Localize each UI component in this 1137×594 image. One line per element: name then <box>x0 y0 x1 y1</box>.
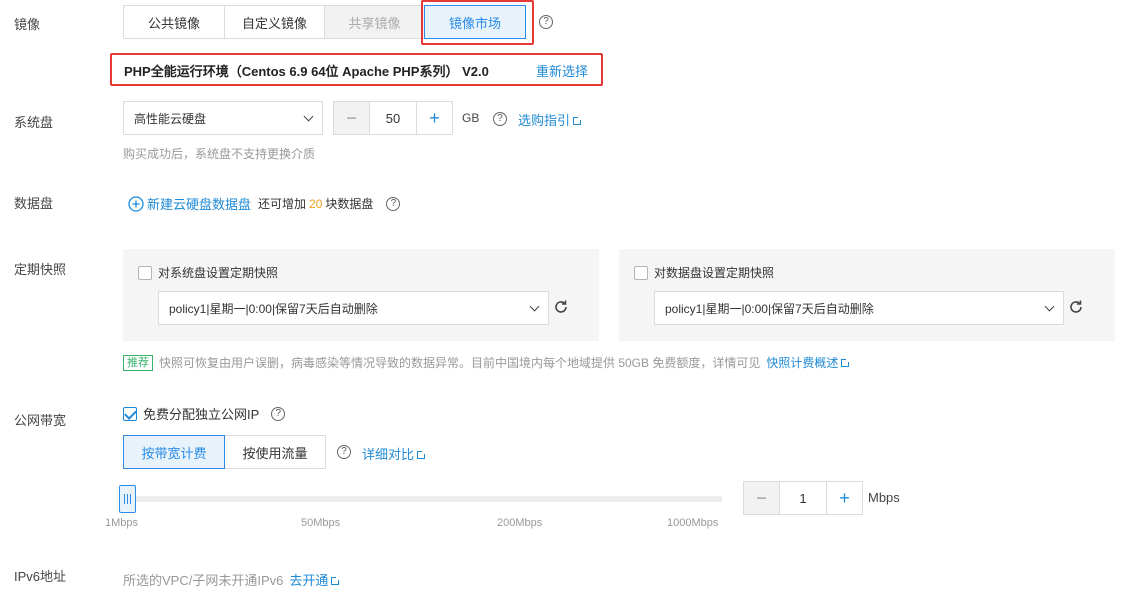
tab-custom-image[interactable]: 自定义镜像 <box>224 5 325 39</box>
slider-tick-label: 1000Mbps <box>667 517 719 529</box>
system-disk-type-select[interactable]: 高性能云硬盘 <box>123 101 323 135</box>
add-data-disk-link[interactable]: 新建云硬盘数据盘 <box>147 194 251 213</box>
external-link-icon <box>417 450 427 459</box>
bandwidth-label: 公网带宽 <box>14 413 67 428</box>
quota-suffix: 块数据盘 <box>325 197 374 211</box>
bandwidth-slider-track[interactable] <box>124 496 722 502</box>
add-data-disk-row: 新建云硬盘数据盘 还可增加 20 块数据盘 ? <box>128 194 401 213</box>
tab-public-image[interactable]: 公共镜像 <box>123 5 225 39</box>
system-snapshot-policy-select[interactable]: policy1|星期一|0:00|保留7天后自动删除 <box>158 291 549 325</box>
external-link-icon <box>573 116 583 125</box>
compare-link[interactable]: 详细对比 <box>362 444 427 463</box>
image-source-tabs: 公共镜像 自定义镜像 共享镜像 镜像市场 <box>123 5 526 41</box>
slider-tick-label: 50Mbps <box>301 517 341 529</box>
tab-shared-image: 共享镜像 <box>324 5 425 39</box>
ipv6-label: IPv6地址 <box>14 569 67 584</box>
help-icon[interactable]: ? <box>386 196 401 211</box>
system-snapshot-checkbox-row[interactable]: 对系统盘设置定期快照 <box>138 264 278 281</box>
increment-button[interactable]: + <box>827 482 862 514</box>
refresh-icon[interactable] <box>1068 299 1084 315</box>
system-disk-hint: 购买成功后，系统盘不支持更换介质 <box>123 147 316 161</box>
free-ip-label: 免费分配独立公网IP <box>143 407 260 422</box>
ipv6-text: 所选的VPC/子网未开通IPv6 <box>123 573 284 588</box>
data-snapshot-checkbox[interactable] <box>634 265 648 280</box>
chevron-down-icon <box>1044 301 1055 312</box>
tab-billing-bandwidth[interactable]: 按带宽计费 <box>123 435 225 469</box>
slider-tick-label: 1Mbps <box>105 517 139 529</box>
decrement-button[interactable]: − <box>744 482 779 514</box>
help-icon[interactable]: ? <box>539 15 553 29</box>
ipv6-row: 所选的VPC/子网未开通IPv6 去开通 <box>123 570 341 589</box>
system-snapshot-panel: 对系统盘设置定期快照 policy1|星期一|0:00|保留7天后自动删除 <box>123 249 599 341</box>
system-disk-type-value: 高性能云硬盘 <box>134 111 207 126</box>
system-disk-unit: GB <box>462 111 480 125</box>
tab-billing-traffic[interactable]: 按使用流量 <box>224 435 326 469</box>
data-snapshot-policy-select[interactable]: policy1|星期一|0:00|保留7天后自动删除 <box>654 291 1064 325</box>
data-disk-label: 数据盘 <box>14 196 54 211</box>
data-snapshot-policy-value: policy1|星期一|0:00|保留7天后自动删除 <box>665 301 874 316</box>
quota-prefix: 还可增加 <box>258 197 307 211</box>
bandwidth-value[interactable]: 1 <box>779 482 827 514</box>
tab-image-market[interactable]: 镜像市场 <box>424 5 526 39</box>
data-snapshot-panel: 对数据盘设置定期快照 policy1|星期一|0:00|保留7天后自动删除 <box>619 249 1115 341</box>
bandwidth-unit: Mbps <box>868 490 900 505</box>
system-disk-size-value[interactable]: 50 <box>369 102 417 134</box>
recommend-badge: 推荐 <box>123 354 153 371</box>
slider-tick-label: 200Mbps <box>497 517 543 529</box>
help-icon[interactable]: ? <box>493 112 507 126</box>
system-snapshot-policy-value: policy1|星期一|0:00|保留7天后自动删除 <box>169 301 378 316</box>
increment-button[interactable]: + <box>417 102 452 134</box>
quota-number: 20 <box>309 196 323 211</box>
system-disk-label: 系统盘 <box>14 115 54 130</box>
chevron-down-icon <box>303 111 314 122</box>
snapshot-tip-text: 快照可恢复由用户误删，病毒感染等情况导致的数据异常。目前中国境内每个地域提供 5… <box>159 356 761 370</box>
selected-image-name: PHP全能运行环境（Centos 6.9 64位 Apache PHP系列） V… <box>124 64 489 79</box>
plus-circle-icon[interactable] <box>128 195 144 212</box>
data-snapshot-checkbox-label: 对数据盘设置定期快照 <box>654 266 775 280</box>
bandwidth-stepper[interactable]: − 1 + <box>743 481 863 515</box>
snapshot-tip-row: 推荐 快照可恢复由用户误删，病毒感染等情况导致的数据异常。目前中国境内每个地域提… <box>123 354 851 371</box>
external-link-icon <box>841 358 851 367</box>
snapshot-billing-link[interactable]: 快照计费概述 <box>766 354 851 371</box>
image-label: 镜像 <box>14 17 41 32</box>
purchase-guide-link[interactable]: 选购指引 <box>518 110 583 129</box>
system-snapshot-checkbox-label: 对系统盘设置定期快照 <box>158 266 279 280</box>
external-link-icon <box>331 576 341 585</box>
free-ip-checkbox[interactable] <box>123 406 137 421</box>
refresh-icon[interactable] <box>553 299 569 315</box>
decrement-button[interactable]: − <box>334 102 369 134</box>
data-snapshot-checkbox-row[interactable]: 对数据盘设置定期快照 <box>634 264 774 281</box>
snapshot-label: 定期快照 <box>14 262 67 277</box>
system-disk-size-stepper[interactable]: − 50 + <box>333 101 453 135</box>
help-icon[interactable]: ? <box>337 445 351 459</box>
bandwidth-slider-handle[interactable] <box>119 485 136 513</box>
billing-mode-tabs: 按带宽计费 按使用流量 <box>123 435 326 471</box>
reselect-link[interactable]: 重新选择 <box>536 61 588 80</box>
enable-ipv6-link[interactable]: 去开通 <box>289 570 341 589</box>
system-snapshot-checkbox[interactable] <box>138 265 152 280</box>
free-ip-row: 免费分配独立公网IP ? <box>123 404 286 423</box>
chevron-down-icon <box>529 301 540 312</box>
help-icon[interactable]: ? <box>271 406 286 421</box>
